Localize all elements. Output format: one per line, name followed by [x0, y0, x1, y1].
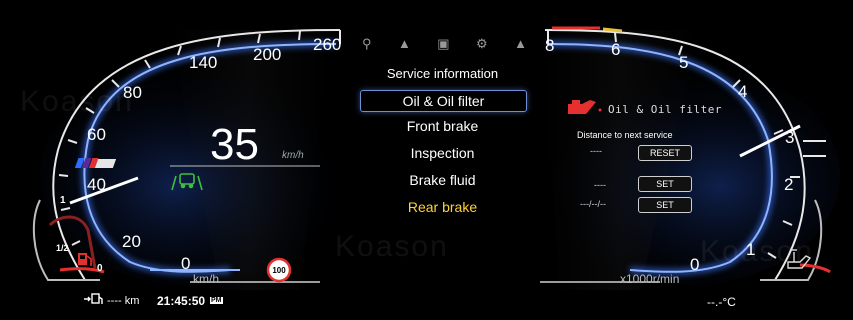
service-menu-title: Service information [386, 66, 499, 81]
watermark-left: Koason [20, 85, 134, 118]
speed-tick-60: 60 [87, 125, 106, 144]
fuel-empty-label: 0 [97, 263, 103, 274]
clock-time: 21:45:50 [157, 294, 206, 308]
rpm-tick-2: 2 [784, 175, 794, 194]
speed-tick-40: 40 [87, 175, 106, 194]
watermark-center: Koason [335, 230, 449, 263]
rpm-tick-3: 3 [785, 128, 795, 147]
rpm-tick-8: 8 [545, 36, 555, 55]
speed-tick-260: 260 [313, 35, 342, 54]
instrument-cluster: Koason Koason Koason 260 200 140 80 60 4… [0, 0, 853, 320]
service-tab-bar: ⚲ ▲ ▣ ⚙ ▲ [362, 36, 527, 54]
car-icon[interactable]: ▣ [437, 36, 449, 54]
distance-to-service-value: ---- [590, 146, 602, 156]
service-menu-item-brake-fluid[interactable]: Brake fluid [360, 172, 525, 188]
watermark-right: Koason [700, 235, 814, 268]
range-readout: ---- km [107, 295, 140, 307]
location-pin-icon[interactable]: ⚲ [362, 36, 372, 54]
service-menu-item-front-brake[interactable]: Front brake [360, 118, 525, 134]
reset-button[interactable]: RESET [638, 145, 692, 161]
set-button-1[interactable]: SET [638, 176, 692, 192]
service-menu-item-oil[interactable]: Oil & Oil filter [360, 90, 527, 112]
fuel-half-label: 1/2 [56, 243, 69, 253]
rpm-tick-6: 6 [611, 40, 621, 59]
service-menu-item-inspection[interactable]: Inspection [360, 145, 525, 161]
fuel-full-label: 1 [60, 195, 66, 206]
current-speed-unit: km/h [282, 150, 304, 161]
range-fuel-icon [84, 293, 103, 304]
service-row2-value: ---- [594, 180, 606, 190]
outside-temperature: --.-°C [707, 295, 736, 309]
rpm-tick-0: 0 [690, 255, 700, 274]
speed-limit-value: 100 [272, 266, 286, 275]
speed-tick-0: 0 [181, 254, 191, 273]
current-speed: 35 [210, 120, 259, 169]
tachometer-unit: x1000r/min [620, 272, 680, 286]
speed-tick-140: 140 [189, 53, 218, 72]
clock-meridiem: PM [210, 297, 223, 304]
service-detail-title: Oil & Oil filter [608, 103, 722, 116]
set-button-2[interactable]: SET [638, 197, 692, 213]
service-menu-item-rear-brake[interactable]: Rear brake [360, 199, 525, 215]
gear-icon[interactable]: ⚙ [476, 36, 488, 54]
speedometer-unit: km/h [193, 272, 220, 286]
distance-to-service-label: Distance to next service [577, 130, 673, 140]
service-row3-value: ---/--/-- [580, 199, 606, 209]
speed-tick-80: 80 [123, 83, 142, 102]
speed-tick-200: 200 [253, 45, 282, 64]
rpm-tick-5: 5 [679, 53, 689, 72]
warning-triangle-icon[interactable]: ▲ [398, 36, 411, 54]
rpm-tick-1: 1 [746, 240, 756, 259]
m-badge-icon [74, 158, 117, 168]
speed-tick-20: 20 [122, 232, 141, 251]
rpm-tick-4: 4 [738, 82, 748, 101]
shirt-icon[interactable]: ▲ [514, 36, 527, 54]
